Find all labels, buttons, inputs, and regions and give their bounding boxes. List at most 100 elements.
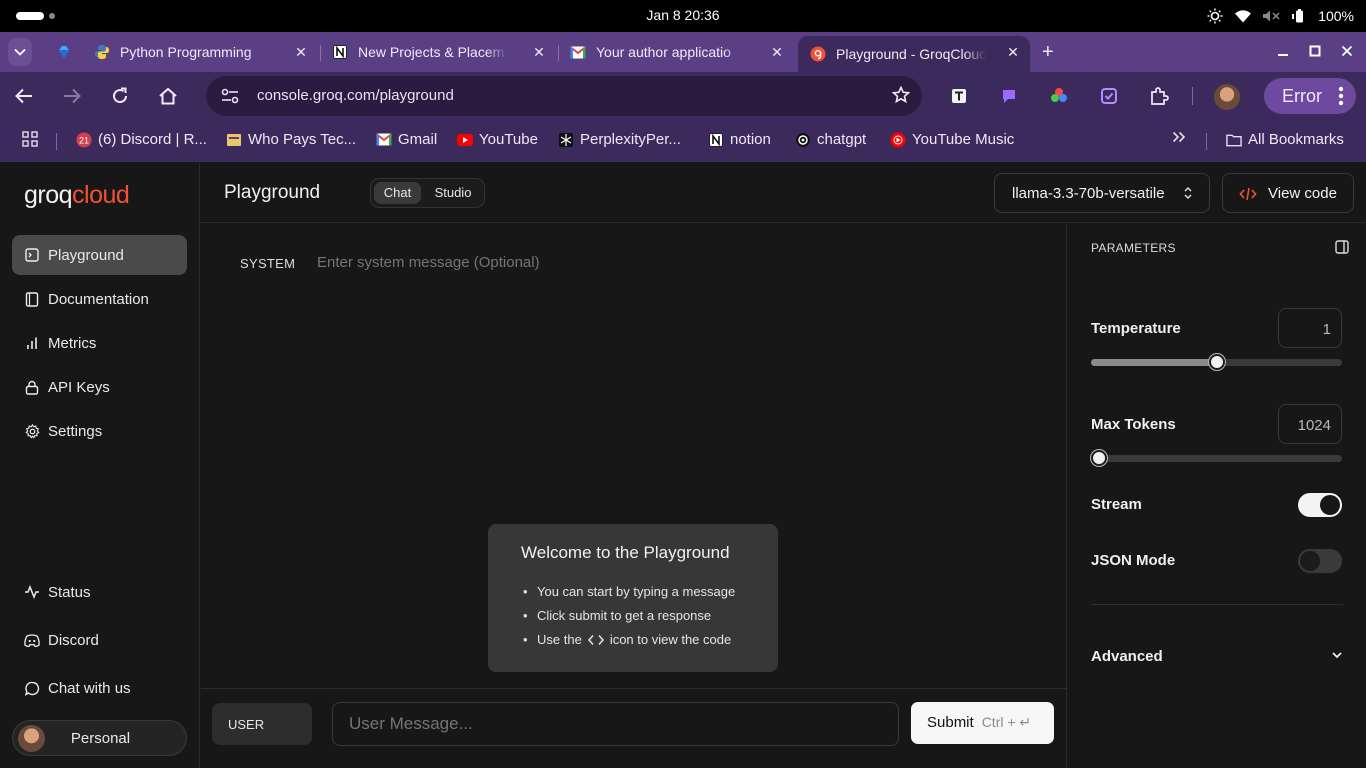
maximize-button[interactable]	[1305, 40, 1325, 62]
bookmark-label: PerplexityPer...	[580, 131, 681, 148]
tab-python-programming[interactable]: Python Programming ✕	[82, 36, 318, 68]
bookmark-gmail[interactable]: Gmail	[376, 131, 437, 148]
sidebar-item-status[interactable]: Status	[12, 572, 187, 612]
bookmark-perplexity[interactable]: PerplexityPer...	[558, 131, 681, 148]
wifi-icon	[1234, 7, 1252, 25]
system-message-input[interactable]	[317, 254, 817, 271]
reload-button[interactable]	[108, 84, 132, 108]
sidebar-item-chat-with-us[interactable]: Chat with us	[12, 668, 187, 708]
forward-button[interactable]	[60, 84, 84, 108]
system-tray[interactable]: 100%	[1206, 7, 1354, 25]
list-item: You can start by typing a message	[523, 584, 735, 608]
bookmark-notion[interactable]: notion	[708, 131, 771, 148]
view-code-label: View code	[1268, 184, 1337, 202]
user-message-input[interactable]	[349, 714, 829, 734]
notion-icon	[708, 132, 724, 148]
max-tokens-slider[interactable]	[1090, 450, 1342, 466]
back-button[interactable]	[12, 84, 36, 108]
close-window-button[interactable]	[1337, 40, 1357, 62]
temperature-slider[interactable]	[1091, 354, 1342, 370]
home-icon	[159, 87, 177, 105]
stream-label: Stream	[1091, 496, 1142, 513]
os-top-bar: Jan 8 20:36 100%	[0, 0, 1366, 32]
json-mode-toggle[interactable]	[1298, 549, 1342, 573]
list-item: Click submit to get a response	[523, 608, 735, 632]
chevron-down-icon	[1331, 650, 1343, 660]
temperature-input[interactable]: 1	[1278, 308, 1342, 348]
profile-error-button[interactable]: Error	[1264, 78, 1356, 114]
notion-icon	[332, 44, 348, 60]
close-tab-icon[interactable]: ✕	[770, 45, 784, 59]
advanced-label: Advanced	[1091, 648, 1163, 665]
profile-error-label: Error	[1282, 85, 1322, 106]
sidebar-item-playground[interactable]: Playground	[12, 235, 187, 275]
bookmark-youtube[interactable]: YouTube	[457, 131, 538, 148]
discord-icon: 21	[76, 132, 92, 148]
sidebar-item-api-keys[interactable]: API Keys	[12, 367, 187, 407]
account-switcher[interactable]: Personal	[12, 720, 187, 756]
tab-search-button[interactable]	[8, 38, 32, 66]
youtube-music-icon	[890, 132, 906, 148]
address-bar[interactable]: console.groq.com/playground	[206, 76, 922, 116]
minimize-button[interactable]	[1273, 40, 1293, 62]
close-tab-icon[interactable]: ✕	[532, 45, 546, 59]
apps-grid-icon[interactable]	[22, 131, 38, 147]
tab-author-application[interactable]: Your author applicatio ✕	[558, 36, 794, 68]
home-button[interactable]	[156, 84, 180, 108]
sidebar-item-settings[interactable]: Settings	[12, 411, 187, 451]
stream-toggle[interactable]	[1298, 493, 1342, 517]
extensions-puzzle-icon[interactable]	[1147, 84, 1171, 108]
site-info-icon[interactable]	[218, 84, 242, 108]
code-icon	[1239, 186, 1257, 202]
extension-chat-icon[interactable]	[997, 84, 1021, 108]
os-clock[interactable]: Jan 8 20:36	[0, 7, 1366, 23]
tab-chat[interactable]: Chat	[374, 182, 421, 204]
tab-studio[interactable]: Studio	[425, 182, 481, 204]
sidebar-item-label: Metrics	[48, 334, 97, 352]
close-icon	[1341, 45, 1353, 57]
bookmark-youtube-music[interactable]: YouTube Music	[890, 131, 1014, 148]
youtube-icon	[457, 132, 473, 148]
sidebar-item-discord[interactable]: Discord	[12, 620, 187, 660]
extension-t-icon[interactable]	[947, 84, 971, 108]
playground-header: Playground Chat Studio llama-3.3-70b-ver…	[201, 163, 1366, 223]
toggle-panel-icon[interactable]	[1335, 240, 1349, 254]
close-tab-icon[interactable]: ✕	[1006, 45, 1020, 59]
bookmark-chatgpt[interactable]: chatgpt	[795, 131, 866, 148]
new-tab-button[interactable]: +	[1042, 42, 1054, 62]
url-text[interactable]: console.groq.com/playground	[257, 87, 454, 104]
bookmark-star-icon[interactable]	[892, 86, 910, 104]
sidebar-item-label: API Keys	[48, 378, 110, 396]
sidebar-item-documentation[interactable]: Documentation	[12, 279, 187, 319]
sidebar-item-metrics[interactable]: Metrics	[12, 323, 187, 363]
profile-avatar[interactable]	[1214, 84, 1240, 110]
all-bookmarks-button[interactable]: All Bookmarks	[1226, 131, 1344, 148]
slider-thumb[interactable]	[1208, 354, 1225, 370]
user-message-box[interactable]	[332, 702, 1011, 746]
extension-task-icon[interactable]	[1097, 84, 1121, 108]
submit-button[interactable]: Submit Ctrl + ↵	[911, 702, 1054, 744]
system-role-label: SYSTEM	[240, 256, 296, 271]
logo-cloud: cloud	[72, 181, 130, 209]
bookmarks-overflow-button[interactable]	[1172, 131, 1186, 143]
bookmarks-bar: 21 (6) Discord | R... Who Pays Tec... Gm…	[0, 120, 1366, 162]
bookmark-who-pays-tech[interactable]: Who Pays Tec...	[226, 131, 356, 148]
bookmark-discord[interactable]: 21 (6) Discord | R...	[76, 131, 207, 148]
toggle-knob	[1320, 495, 1340, 515]
pinned-tab[interactable]	[44, 36, 78, 68]
extension-color-icon[interactable]	[1047, 84, 1071, 108]
tab-title: New Projects & Placem	[358, 44, 505, 60]
max-tokens-input[interactable]: 1024	[1278, 404, 1342, 444]
advanced-section-toggle[interactable]: Advanced	[1091, 648, 1343, 665]
slider-thumb[interactable]	[1090, 450, 1107, 466]
discord-icon	[24, 632, 40, 648]
model-select[interactable]: llama-3.3-70b-versatile	[994, 173, 1210, 213]
groqcloud-logo[interactable]: groqcloud	[24, 181, 130, 210]
sidebar-item-label: Playground	[48, 246, 124, 264]
tab-playground-groqcloud[interactable]: Playground - GroqCloud ✕	[798, 36, 1030, 72]
role-toggle-button[interactable]: USER	[212, 703, 312, 745]
view-code-button[interactable]: View code	[1222, 173, 1354, 213]
tab-new-projects[interactable]: New Projects & Placem ✕	[320, 36, 556, 68]
gmail-icon	[376, 132, 392, 148]
close-tab-icon[interactable]: ✕	[294, 45, 308, 59]
